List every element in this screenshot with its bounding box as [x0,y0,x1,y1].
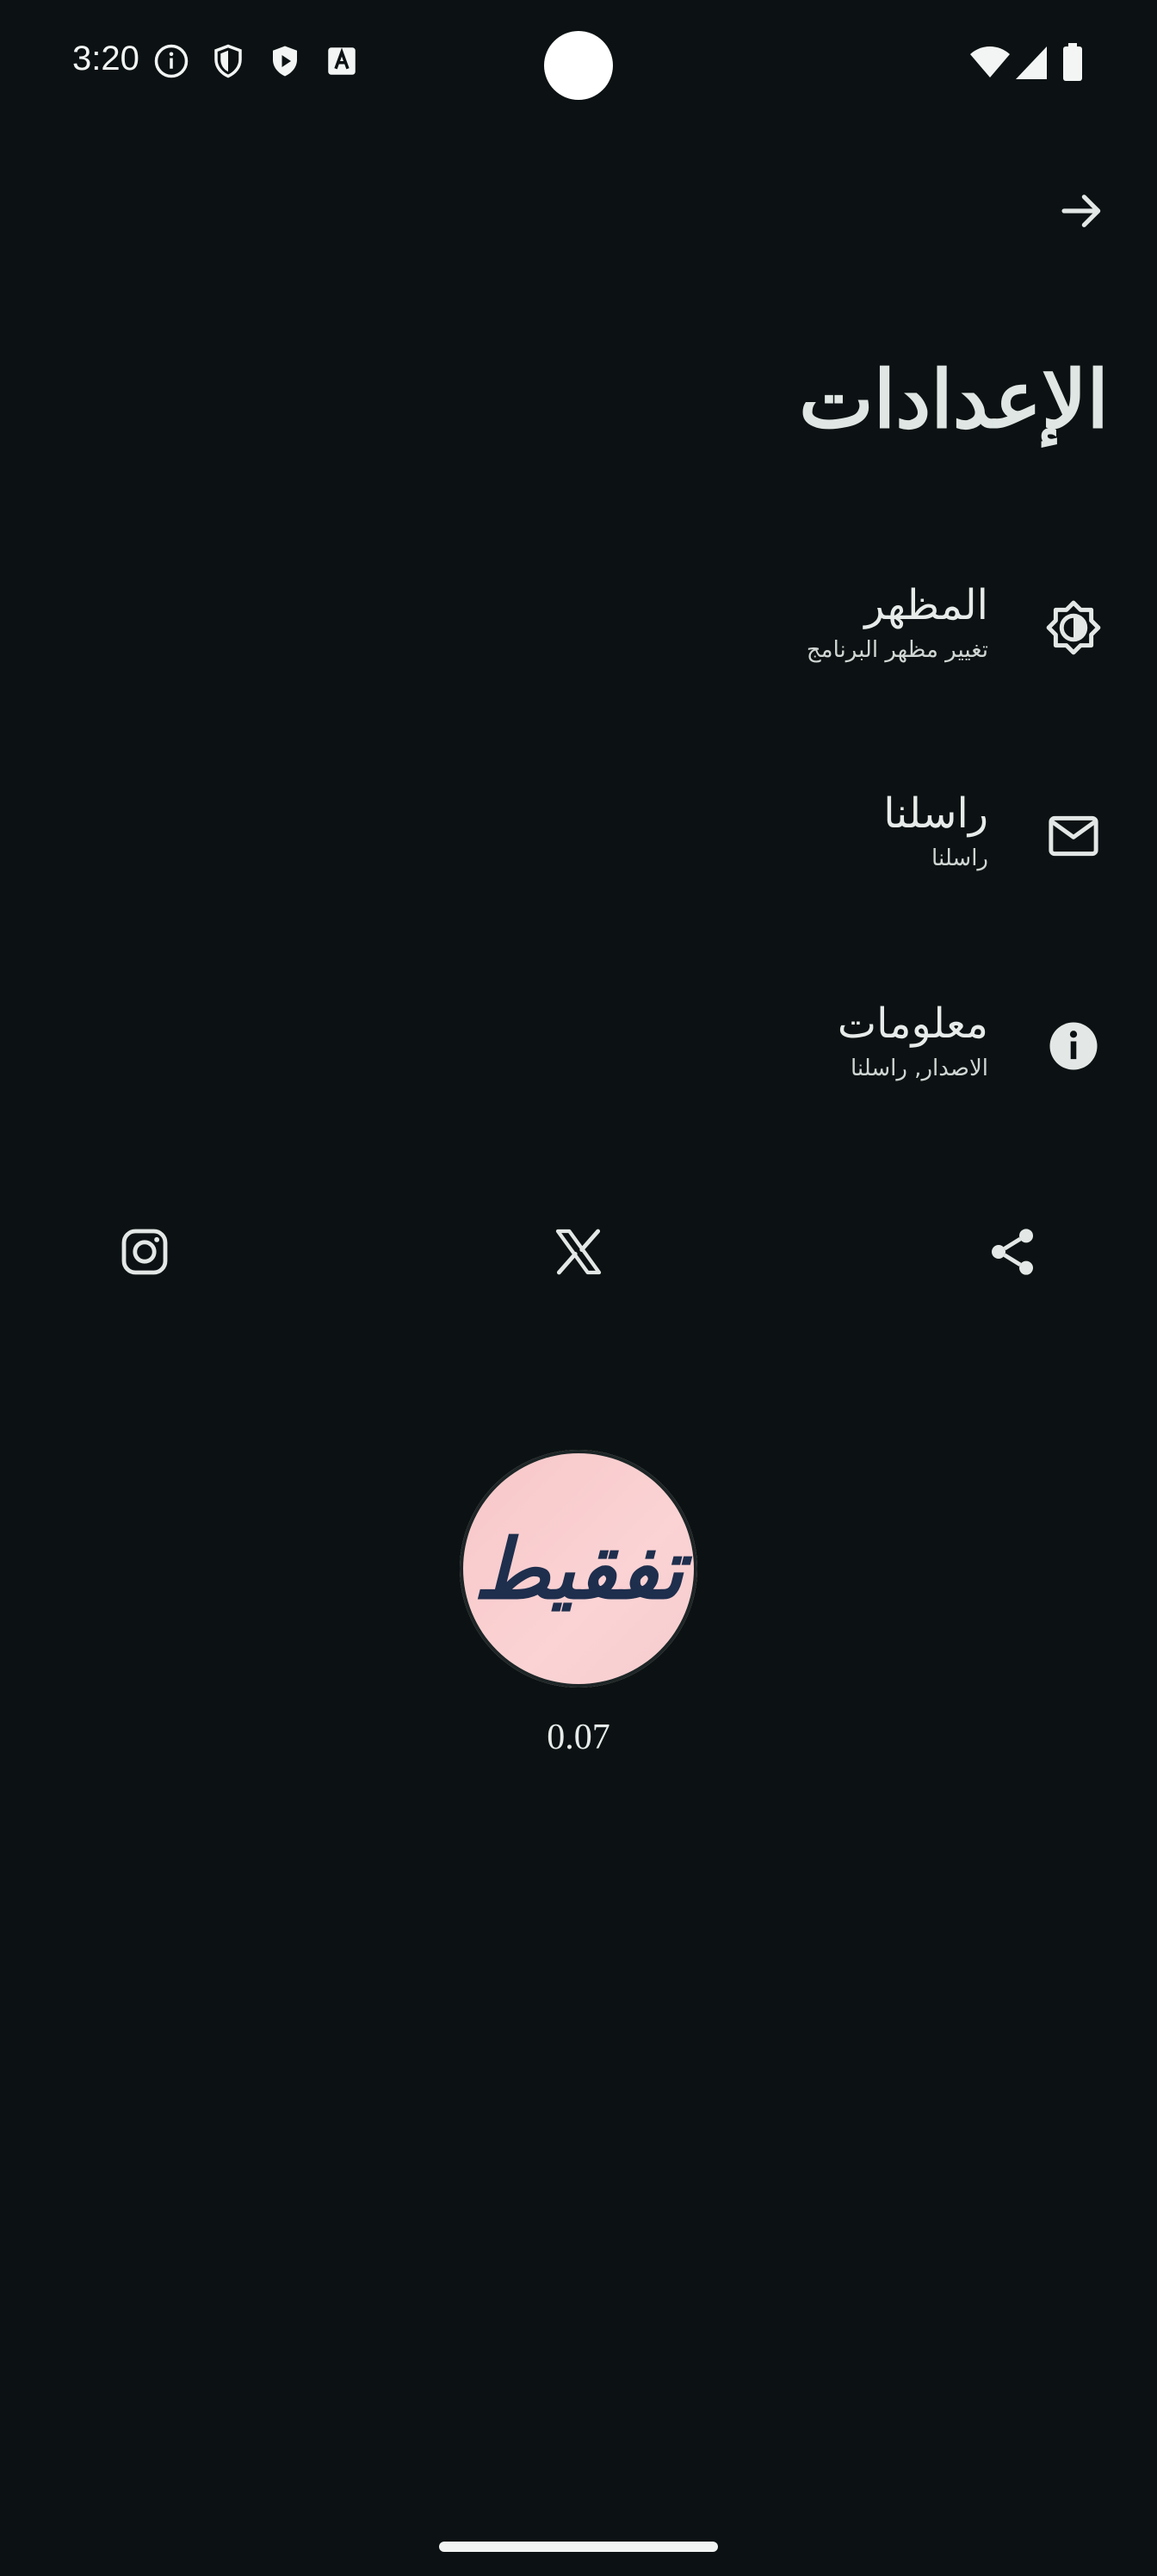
mail-icon [1045,808,1102,864]
settings-item-label: راسلنا [883,790,988,838]
app-logo-text: تفقيط [473,1520,684,1618]
settings-item-info[interactable]: معلومات الاصدار, راسلنا [262,981,1123,1111]
info-icon [1045,1018,1102,1074]
page-title: الإعدادات [799,353,1109,446]
app-logo: تفقيط [460,1450,697,1687]
shield-play-icon [267,43,303,79]
x-twitter-icon [551,1224,606,1283]
share-button[interactable] [978,1219,1047,1288]
settings-item-contact[interactable]: راسلنا راسلنا [262,771,1123,901]
instagram-icon [117,1224,172,1283]
camera-cutout [544,31,613,100]
back-button[interactable] [1052,183,1112,243]
settings-item-label: معلومات [837,1000,988,1048]
settings-item-subtitle: الاصدار, راسلنا [850,1056,988,1081]
signal-icon [1014,43,1049,81]
text-a-icon [324,43,360,79]
arrow-right-icon [1058,187,1106,238]
brightness-icon [1045,599,1102,656]
share-icon [985,1224,1040,1283]
status-time: 3:20 [72,40,139,77]
settings-screen: 3:20 الإعدادات المظهر تغيير مظهر البرنام… [0,0,1157,2576]
settings-item-subtitle: تغيير مظهر البرنامج [806,637,988,663]
settings-item-label: المظهر [864,581,988,629]
status-bar: 3:20 [0,0,1157,129]
x-twitter-button[interactable] [544,1219,613,1288]
info-icon [153,43,189,79]
instagram-button[interactable] [110,1219,179,1288]
settings-item-appearance[interactable]: المظهر تغيير مظهر البرنامج [262,563,1123,692]
navigation-handle[interactable] [439,2542,718,2552]
app-version: 0.07 [547,1718,610,1757]
shield-icon [210,43,246,79]
battery-icon [1062,43,1083,81]
settings-item-subtitle: راسلنا [931,845,988,871]
wifi-icon [969,43,1011,81]
